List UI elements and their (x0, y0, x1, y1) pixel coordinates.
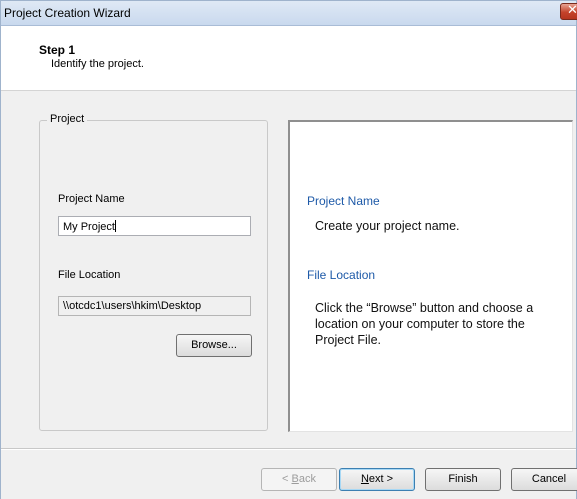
next-button[interactable]: Next > (339, 468, 415, 491)
close-button[interactable]: ✕ (560, 3, 577, 20)
step-subtitle: Identify the project. (51, 58, 144, 70)
text-caret (114, 220, 116, 232)
finish-button[interactable]: Finish (425, 468, 501, 491)
file-location-field[interactable]: \\otcdc1\users\hkim\Desktop (58, 296, 251, 316)
cancel-button[interactable]: Cancel (511, 468, 577, 491)
next-mnemonic: N (360, 473, 369, 485)
browse-button[interactable]: Browse... (176, 334, 252, 357)
next-rest: ext > (368, 473, 394, 485)
back-rest: ack (298, 473, 316, 485)
help-file-location-text: Click the “Browse” button and choose a l… (315, 301, 534, 347)
footer-separator (1, 448, 576, 450)
back-prefix: < (282, 473, 292, 485)
wizard-window: Project Creation Wizard ✕ Step 1 Identif… (0, 0, 577, 499)
title-bar[interactable]: Project Creation Wizard ✕ (1, 1, 577, 26)
help-project-name-heading: Project Name (307, 194, 380, 208)
project-group-label: Project (47, 113, 88, 125)
project-name-value: My Project (63, 221, 115, 233)
back-button[interactable]: < Back (261, 468, 337, 491)
close-icon: ✕ (567, 3, 577, 18)
help-file-location-heading: File Location (307, 268, 376, 282)
back-mnemonic: B (291, 473, 299, 485)
help-project-name-text: Create your project name. (315, 219, 460, 233)
file-location-label: File Location (58, 269, 121, 281)
wizard-header: Step 1 Identify the project. (1, 26, 576, 91)
step-title: Step 1 (39, 43, 76, 57)
window-title: Project Creation Wizard (4, 6, 131, 20)
project-name-label: Project Name (58, 193, 125, 205)
project-name-input[interactable]: My Project (58, 216, 251, 236)
